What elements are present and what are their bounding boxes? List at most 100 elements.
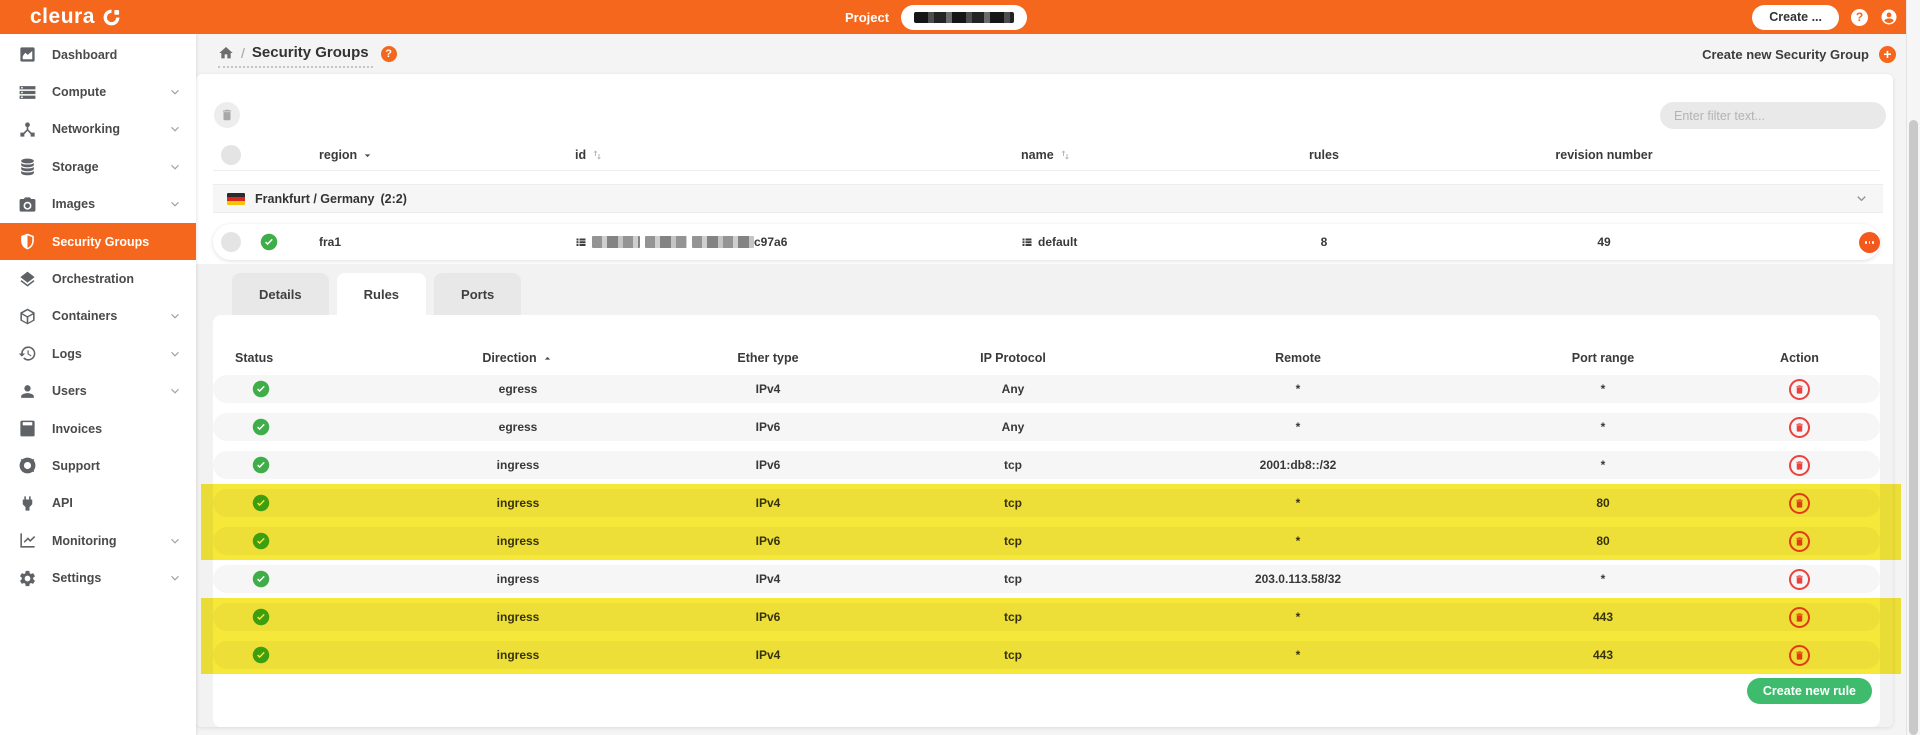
row-actions-menu-button[interactable]: [1859, 232, 1880, 253]
rule-row[interactable]: egressIPv4Any**: [213, 375, 1880, 403]
user-account-icon[interactable]: [1880, 8, 1898, 26]
rule-direction: egress: [393, 382, 643, 396]
delete-rule-button[interactable]: [1789, 569, 1810, 590]
rule-row[interactable]: ingressIPv4tcp*443: [213, 641, 1880, 669]
sidebar-item-label: Users: [52, 384, 168, 398]
chevron-down-icon: [168, 347, 182, 361]
rule-row[interactable]: ingressIPv4tcp*80: [213, 489, 1880, 517]
delete-rule-button[interactable]: [1789, 493, 1810, 514]
rule-remote: *: [1133, 534, 1463, 548]
redacted-id-segment: [592, 236, 640, 248]
rule-direction: ingress: [393, 534, 643, 548]
sidebar-item-invoices[interactable]: Invoices: [0, 410, 196, 447]
help-icon[interactable]: ?: [1851, 9, 1868, 26]
sidebar-item-support[interactable]: Support: [0, 447, 196, 484]
home-icon[interactable]: [218, 45, 234, 61]
column-header-ether-type[interactable]: Ether type: [643, 351, 893, 365]
logo-text: cleura: [30, 5, 95, 29]
region-group-row[interactable]: Frankfurt / Germany (2:2): [213, 184, 1883, 213]
chevron-down-icon: [168, 384, 182, 398]
rule-row[interactable]: ingressIPv6tcp2001:db8::/32*: [213, 451, 1880, 479]
sidebar-item-monitoring[interactable]: Monitoring: [0, 522, 196, 559]
page-help-icon[interactable]: ?: [381, 46, 397, 62]
sidebar-item-containers[interactable]: Containers: [0, 298, 196, 335]
sidebar-item-api[interactable]: API: [0, 485, 196, 522]
rule-port-range: *: [1463, 458, 1743, 472]
page-scrollbar[interactable]: [1906, 0, 1920, 735]
project-value-pill[interactable]: [901, 5, 1027, 30]
rule-row[interactable]: ingressIPv4tcp203.0.113.58/32*: [213, 565, 1880, 593]
sidebar-item-logs[interactable]: Logs: [0, 335, 196, 372]
page-title: Security Groups: [252, 44, 369, 61]
bulk-delete-button[interactable]: [214, 102, 240, 128]
sidebar-item-images[interactable]: Images: [0, 186, 196, 223]
column-header-ip-protocol[interactable]: IP Protocol: [893, 351, 1133, 365]
containers-icon: [17, 307, 37, 326]
table-grid-icon: [575, 236, 587, 248]
rule-row[interactable]: egressIPv6Any**: [213, 413, 1880, 441]
chevron-down-icon: [168, 197, 182, 211]
column-header-direction[interactable]: Direction: [393, 351, 643, 365]
rule-status-ok-icon: [213, 494, 393, 512]
sidebar-item-compute[interactable]: Compute: [0, 73, 196, 110]
cleura-logo[interactable]: cleura: [30, 0, 121, 34]
rule-status-ok-icon: [213, 380, 393, 398]
rule-port-range: 443: [1463, 648, 1743, 662]
breadcrumb-path[interactable]: / Security Groups: [218, 40, 373, 68]
plus-circle-icon[interactable]: +: [1879, 46, 1896, 63]
rule-ether-type: IPv6: [643, 610, 893, 624]
security-group-row[interactable]: fra1 c97a6 default 8: [213, 224, 1880, 260]
column-header-id[interactable]: id: [549, 148, 1019, 162]
germany-flag-icon: [227, 193, 245, 205]
sidebar-item-settings[interactable]: Settings: [0, 559, 196, 596]
scrollbar-thumb[interactable]: [1909, 120, 1918, 735]
sort-toggle-icon: [591, 149, 603, 161]
delete-rule-button[interactable]: [1789, 645, 1810, 666]
redacted-id-segment: [645, 236, 687, 248]
column-header-name[interactable]: name: [1019, 148, 1189, 162]
delete-rule-button[interactable]: [1789, 379, 1810, 400]
rule-status-ok-icon: [213, 456, 393, 474]
rule-remote: *: [1133, 648, 1463, 662]
delete-rule-button[interactable]: [1789, 455, 1810, 476]
sidebar-item-orchestration[interactable]: Orchestration: [0, 260, 196, 297]
select-all-checkbox[interactable]: [221, 145, 241, 165]
tab-ports[interactable]: Ports: [434, 273, 521, 315]
project-label: Project: [845, 10, 889, 25]
rule-row[interactable]: ingressIPv6tcp*443: [213, 603, 1880, 631]
delete-rule-button[interactable]: [1789, 417, 1810, 438]
tab-details[interactable]: Details: [232, 273, 329, 315]
collapse-group-icon[interactable]: [1854, 191, 1869, 206]
status-ok-icon: [249, 233, 289, 251]
rule-row[interactable]: ingressIPv6tcp*80: [213, 527, 1880, 555]
breadcrumb-separator: /: [241, 45, 245, 61]
filter-input[interactable]: [1660, 102, 1886, 129]
rule-ip-protocol: Any: [893, 382, 1133, 396]
sidebar-item-networking[interactable]: Networking: [0, 111, 196, 148]
delete-rule-button[interactable]: [1789, 607, 1810, 628]
column-header-remote[interactable]: Remote: [1133, 351, 1463, 365]
chevron-down-icon: [168, 571, 182, 585]
sidebar-item-dashboard[interactable]: Dashboard: [0, 36, 196, 73]
sidebar-item-storage[interactable]: Storage: [0, 148, 196, 185]
sidebar-item-security-groups[interactable]: Security Groups: [0, 223, 196, 260]
rules-table-header: Status Direction Ether type IP Protocol …: [213, 345, 1880, 371]
redacted-id-segment: [692, 236, 754, 248]
column-header-region[interactable]: region: [289, 148, 549, 162]
sidebar-item-users[interactable]: Users: [0, 373, 196, 410]
security-groups-table-header: region id name rules revision number: [213, 140, 1880, 171]
create-new-rule-button[interactable]: Create new rule: [1747, 678, 1872, 704]
rule-remote: *: [1133, 610, 1463, 624]
project-selector[interactable]: Project: [845, 0, 1027, 34]
column-header-status[interactable]: Status: [213, 351, 393, 365]
column-header-port-range[interactable]: Port range: [1463, 351, 1743, 365]
create-menu-button[interactable]: Create ...: [1752, 5, 1839, 30]
rule-status-ok-icon: [213, 418, 393, 436]
row-checkbox[interactable]: [221, 232, 241, 252]
rule-status-ok-icon: [213, 608, 393, 626]
tab-rules[interactable]: Rules: [337, 273, 426, 315]
delete-rule-button[interactable]: [1789, 531, 1810, 552]
column-header-revision[interactable]: revision number: [1459, 148, 1749, 162]
create-security-group-link[interactable]: Create new Security Group +: [1702, 46, 1896, 63]
column-header-rules[interactable]: rules: [1189, 148, 1459, 162]
